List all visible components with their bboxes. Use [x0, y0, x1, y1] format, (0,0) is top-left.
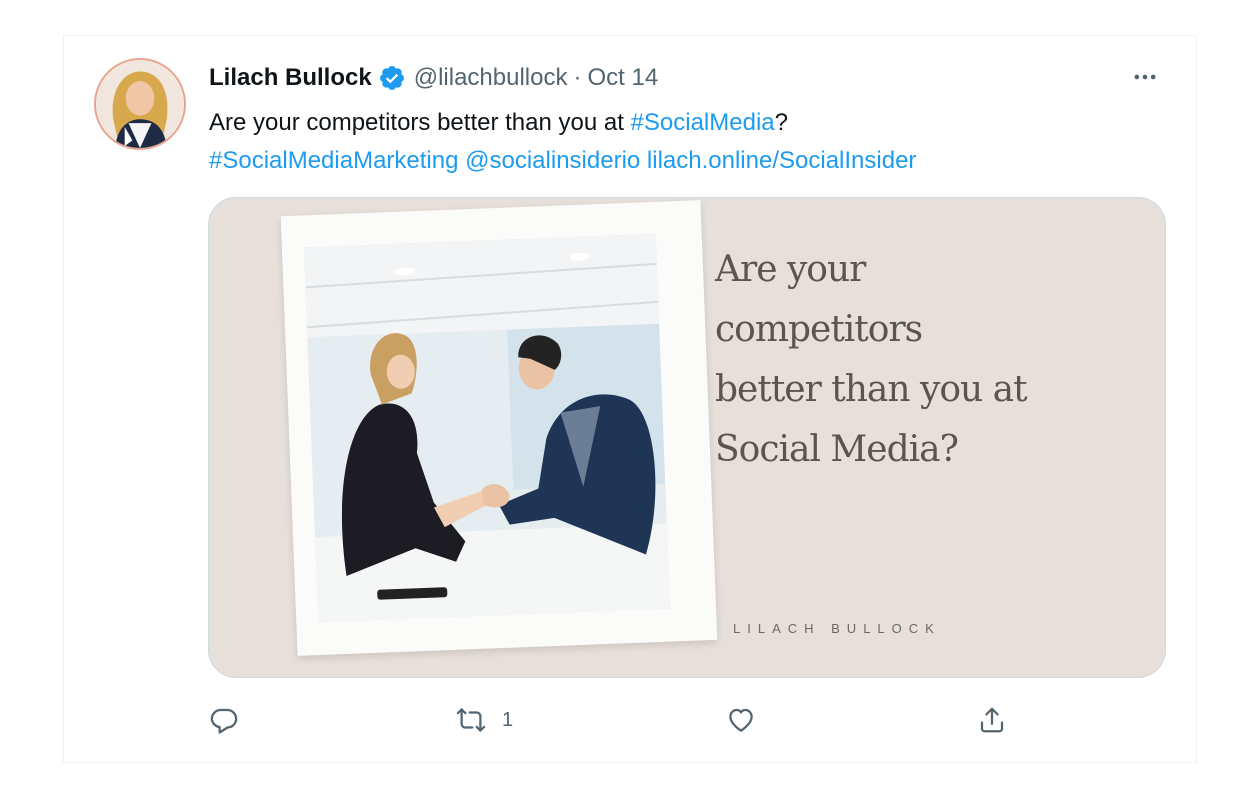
retweet-button[interactable]: 1 [456, 700, 513, 740]
reply-icon [210, 708, 238, 734]
share-icon [980, 707, 1004, 733]
tweet-text-line-1: Are your competitors better than you at … [209, 104, 1149, 142]
external-link[interactable]: lilach.online/SocialInsider [647, 147, 916, 174]
tweet-date[interactable]: Oct 14 [587, 64, 658, 92]
arm-wrestling-photo [303, 233, 671, 623]
tweet-text-end: ? [774, 109, 788, 136]
tweet-media-image[interactable]: Are your competitors better than you at … [208, 197, 1166, 678]
verified-badge-icon [378, 64, 406, 92]
tweet-text-plain: Are your competitors better than you at [209, 109, 631, 136]
hashtag-socialmedia[interactable]: #SocialMedia [631, 109, 775, 136]
tweet-action-bar: 1 [0, 700, 1260, 740]
graphic-heading: Are your competitors better than you at … [715, 240, 1045, 480]
polaroid-frame [280, 200, 718, 656]
tweet-text-line-2: #SocialMediaMarketing @socialinsiderio l… [209, 142, 1149, 180]
tweet-header: Lilach Bullock @lilachbullock · Oct 14 [209, 62, 658, 94]
graphic-heading-line: Are your [715, 249, 866, 290]
retweet-icon [456, 708, 486, 732]
hashtag-socialmediamarketing[interactable]: #SocialMediaMarketing [209, 147, 458, 174]
like-icon [729, 708, 753, 732]
like-button[interactable] [726, 700, 756, 740]
share-button[interactable] [977, 700, 1007, 740]
graphic-heading-line: better than you at [715, 369, 1028, 410]
author-avatar[interactable] [94, 58, 186, 150]
reply-button[interactable] [209, 700, 239, 740]
mention-socialinsiderio[interactable]: @socialinsiderio [465, 147, 640, 174]
author-display-name[interactable]: Lilach Bullock [209, 64, 372, 92]
graphic-signature: LILACH BULLOCK [733, 621, 941, 636]
tweet-text: Are your competitors better than you at … [209, 104, 1149, 180]
more-options-icon [1134, 74, 1156, 80]
retweet-count: 1 [502, 708, 514, 731]
more-options-button[interactable] [1125, 62, 1165, 92]
author-handle[interactable]: @lilachbullock [414, 64, 568, 92]
avatar-photo-icon [96, 60, 184, 148]
header-separator: · [573, 64, 582, 91]
graphic-heading-line: competitors [715, 309, 923, 350]
graphic-heading-line: Social Media? [715, 429, 959, 470]
